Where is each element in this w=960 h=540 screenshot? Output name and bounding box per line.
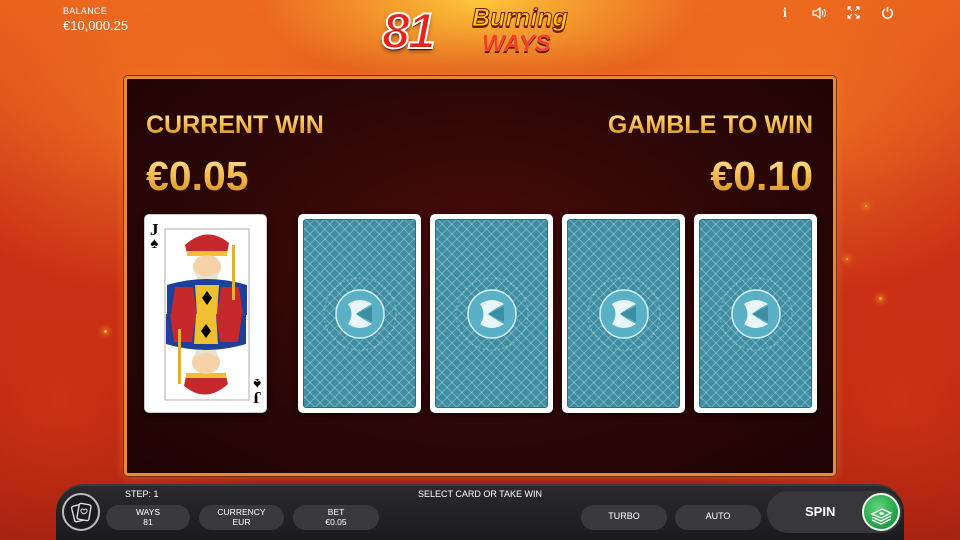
card-back-pattern (699, 219, 812, 408)
face-down-card-2[interactable] (430, 214, 553, 413)
spin-label: SPIN (805, 504, 836, 519)
card-suit: ♠ (252, 375, 261, 391)
collect-money-button[interactable] (862, 493, 900, 531)
face-down-card-4[interactable] (694, 214, 817, 413)
playing-cards-icon (70, 502, 92, 523)
balance-display: BALANCE €10,000.25 (63, 6, 128, 33)
balance-label: BALANCE (63, 6, 108, 16)
card-back-emblem-icon (455, 277, 528, 350)
card-back-emblem-icon (719, 277, 792, 350)
revealed-card-jack-of-spades: J ♠ J ♠ (144, 214, 267, 413)
turbo-label: TURBO (608, 511, 640, 521)
card-back-pattern (567, 219, 680, 408)
current-win-label: CURRENT WIN (146, 111, 324, 139)
currency-value: EUR (232, 517, 251, 527)
card-back-emblem-icon (323, 277, 396, 350)
bet-label: BET (327, 507, 345, 517)
jack-portrait-icon (164, 228, 250, 401)
face-down-card-3[interactable] (562, 214, 685, 413)
card-rank: J (252, 388, 262, 407)
logo-word-ways: WAYS (482, 30, 552, 58)
ways-label: WAYS (135, 507, 161, 517)
logo-number: 81 (381, 2, 437, 60)
gamble-to-win-label: GAMBLE TO WIN (607, 111, 813, 139)
control-bar: STEP: 1 SELECT CARD OR TAKE WIN WAYS 81 … (56, 484, 904, 540)
logo-word-burning: Burning (472, 4, 569, 33)
ember (865, 205, 867, 207)
card-back-emblem-icon (587, 277, 660, 350)
gamble-to-win-value: €0.10 (710, 153, 813, 199)
turbo-button[interactable]: TURBO (581, 505, 667, 530)
card-corner-bottom: J ♠ (252, 375, 262, 407)
power-icon[interactable] (870, 6, 904, 23)
current-win-value: €0.05 (146, 153, 249, 199)
ember (846, 258, 848, 260)
balance-value: €10,000.25 (63, 18, 129, 33)
auto-button[interactable]: AUTO (675, 505, 761, 530)
ember (104, 330, 107, 333)
face-down-card-1[interactable] (298, 214, 421, 413)
game-logo: 81 Burning WAYS (380, 0, 592, 64)
card-back-pattern (303, 219, 416, 408)
bet-value: €0.05 (325, 517, 347, 527)
currency-display: CURRENCY EUR (199, 505, 284, 530)
bet-selector[interactable]: BET €0.05 (293, 505, 379, 530)
ember (879, 297, 882, 300)
spin-control[interactable]: SPIN (767, 491, 902, 533)
fullscreen-icon[interactable] (836, 6, 870, 23)
money-stack-icon (870, 508, 893, 525)
card-back-pattern (435, 219, 548, 408)
sound-icon[interactable] (802, 6, 836, 23)
info-icon[interactable]: i (768, 6, 802, 23)
ways-display: WAYS 81 (106, 505, 190, 530)
auto-label: AUTO (705, 511, 731, 521)
top-toolbar: i (768, 6, 904, 23)
currency-label: CURRENCY (217, 507, 266, 517)
gamble-panel: CURRENT WIN €0.05 GAMBLE TO WIN €0.10 J … (124, 76, 836, 476)
ways-value: 81 (143, 517, 153, 527)
